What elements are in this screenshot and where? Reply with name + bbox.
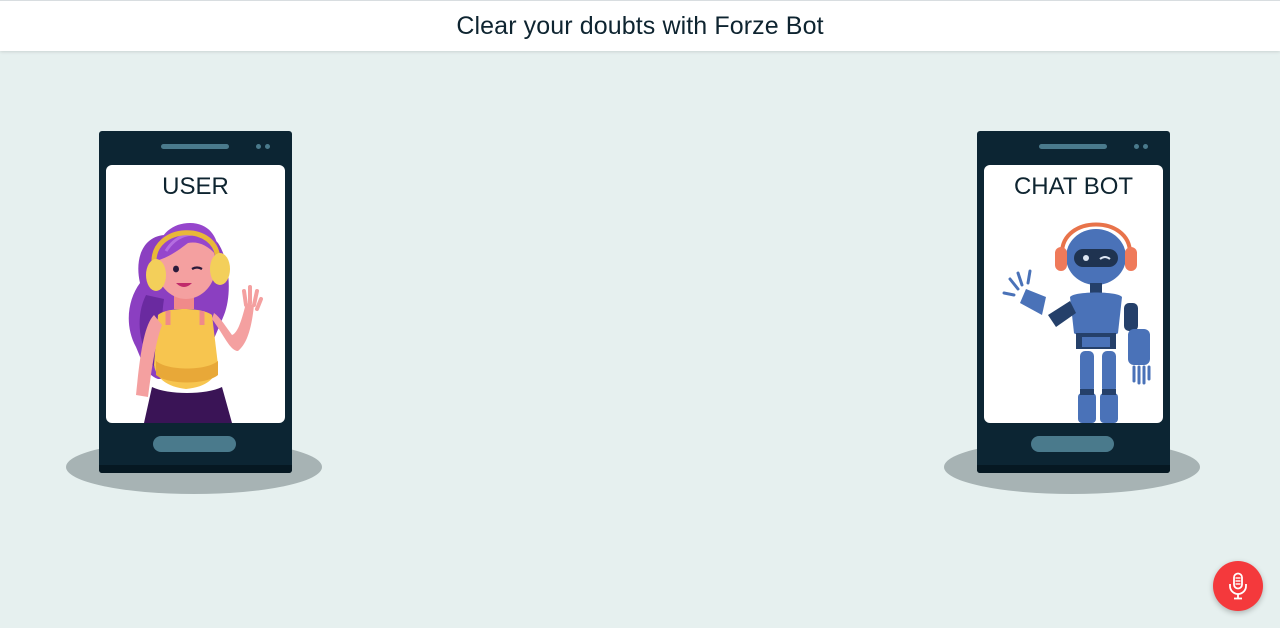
phone-speaker (1039, 144, 1107, 149)
phone-camera-dot (1134, 144, 1139, 149)
page-title: Clear your doubts with Forze Bot (456, 11, 824, 40)
phone-camera-dot (265, 144, 270, 149)
phone-bottom-edge (99, 465, 292, 473)
bot-phone: CHAT BOT (977, 131, 1170, 473)
app-header: Clear your doubts with Forze Bot (0, 0, 1280, 51)
user-phone-screen: USER (106, 165, 285, 423)
user-phone: USER (99, 131, 292, 473)
bot-phone-screen: CHAT BOT (984, 165, 1163, 423)
robot-avatar-illustration (1002, 222, 1151, 423)
microphone-icon (1229, 572, 1247, 600)
user-phone-panel: USER (64, 128, 324, 508)
phone-bottom-edge (977, 465, 1170, 473)
microphone-button[interactable] (1213, 561, 1263, 611)
phone-home-button (1031, 436, 1114, 452)
phone-speaker (161, 144, 229, 149)
phone-home-button (153, 436, 236, 452)
phone-camera-dot (1143, 144, 1148, 149)
woman-avatar-illustration (128, 223, 263, 423)
phone-camera-dot (256, 144, 261, 149)
bot-phone-panel: CHAT BOT (942, 128, 1202, 508)
